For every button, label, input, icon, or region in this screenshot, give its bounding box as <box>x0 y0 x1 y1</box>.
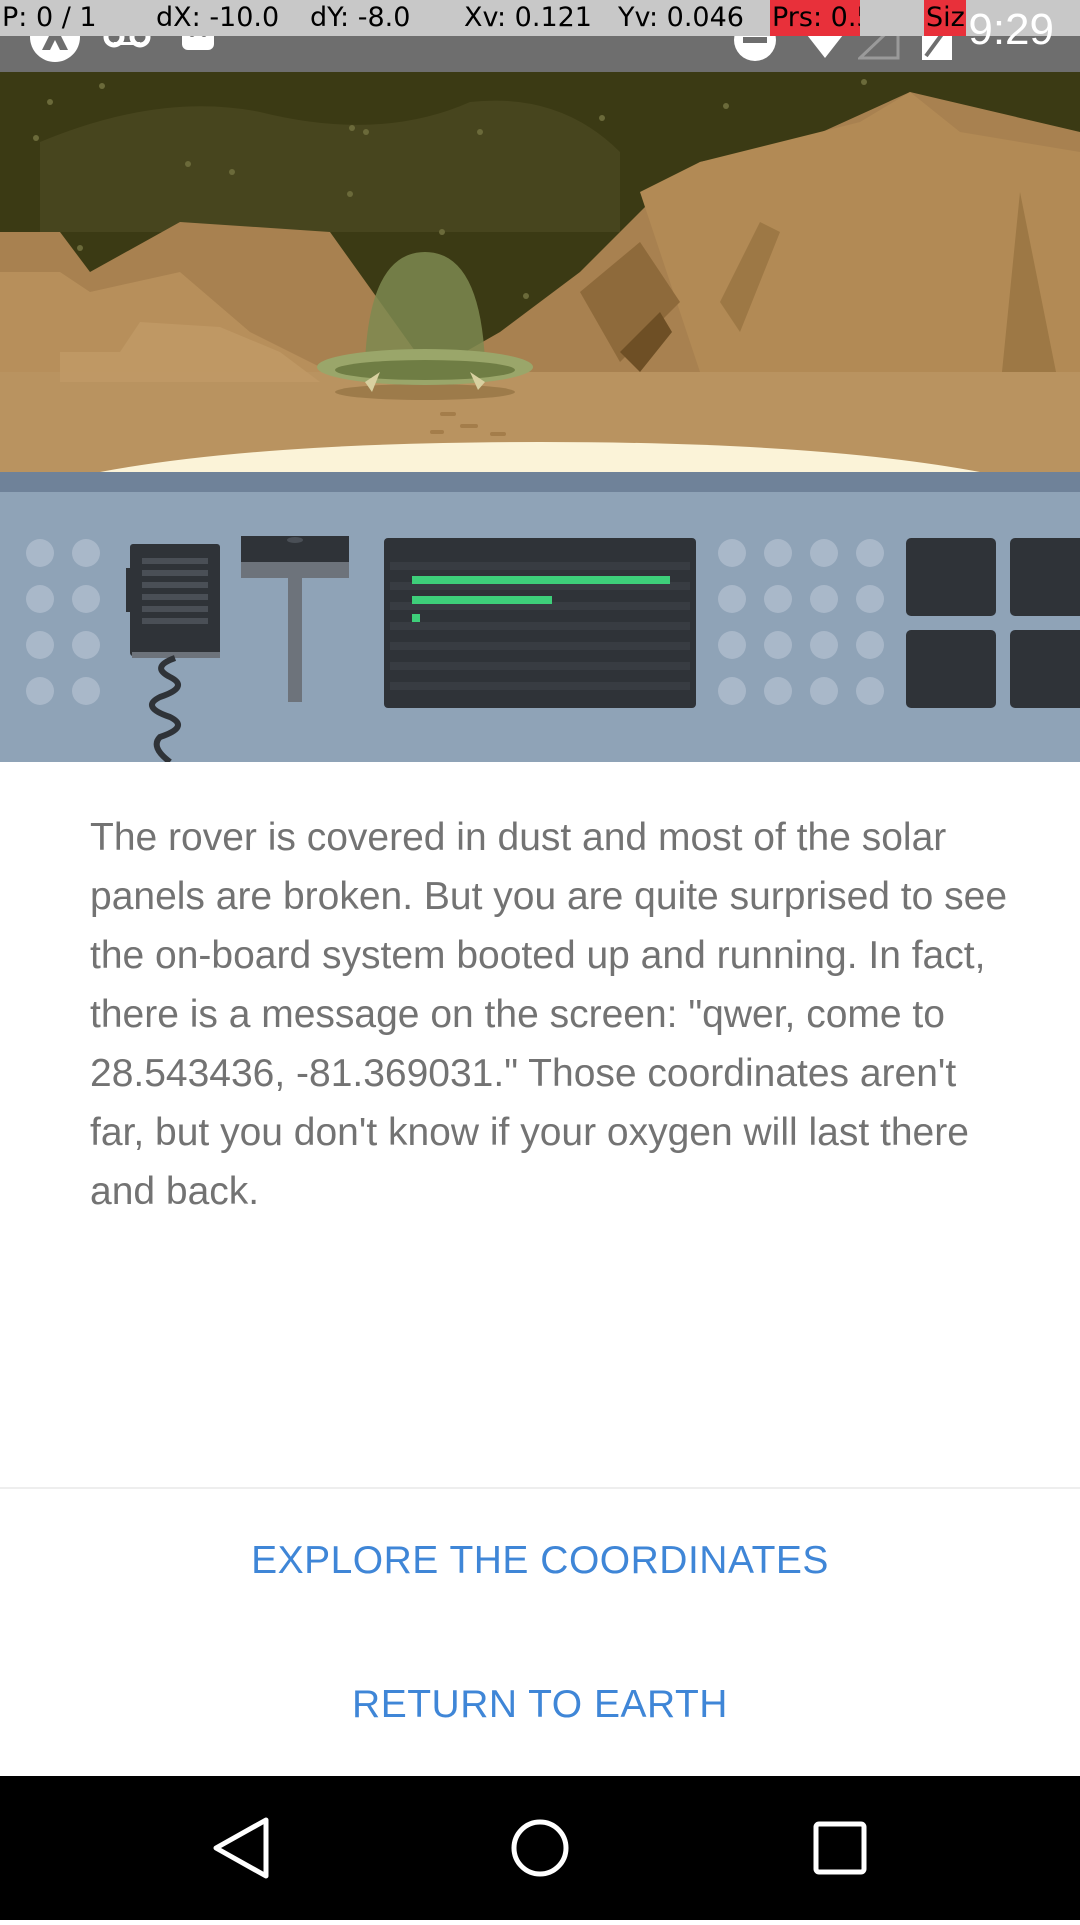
explore-coordinates-button[interactable]: EXPLORE THE COORDINATES <box>0 1506 1080 1616</box>
pointer-count: P: 0 / 1 <box>2 2 97 33</box>
pointer-size: Size: 0.27 <box>924 0 966 36</box>
pointer-pressure: Prs: 0.58 <box>770 0 860 36</box>
recents-button[interactable] <box>760 1776 920 1920</box>
mars-landscape-illustration <box>0 72 1080 472</box>
pointer-yv: Yv: 0.046 <box>618 2 744 33</box>
navigation-bar <box>0 1776 1080 1920</box>
story-text: The rover is covered in dust and most of… <box>90 816 1008 1213</box>
pointer-location-overlay: P: 0 / 1 dX: -10.0 dY: -8.0 Xv: 0.121 Yv… <box>0 0 1080 36</box>
home-icon <box>511 1819 569 1877</box>
recents-icon <box>813 1821 867 1875</box>
divider <box>0 1487 1080 1489</box>
status-time: 9:29 <box>968 5 1054 54</box>
back-icon <box>213 1817 269 1879</box>
pointer-xv: Xv: 0.121 <box>464 2 592 33</box>
rover-console-illustration <box>0 472 1080 762</box>
pointer-dx: dX: -10.0 <box>156 2 280 33</box>
back-button[interactable] <box>162 1776 322 1920</box>
home-button[interactable] <box>460 1776 620 1920</box>
pointer-dy: dY: -8.0 <box>310 2 411 33</box>
status-bar <box>0 12 1080 72</box>
return-to-earth-button[interactable]: RETURN TO EARTH <box>0 1650 1080 1760</box>
